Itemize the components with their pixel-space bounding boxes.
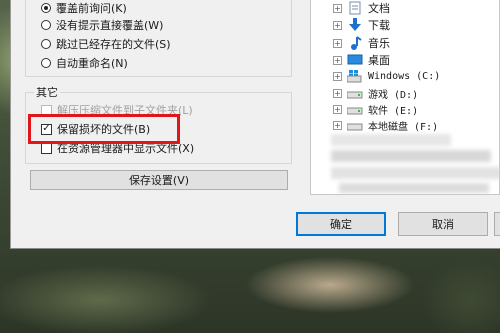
tree-item-drive-e[interactable]: + 软件 (E:)	[311, 101, 418, 117]
tree-item-label: 下载	[368, 19, 390, 32]
radio-label: 自动重命名(N)	[56, 57, 128, 70]
tree-item-label: 本地磁盘 (F:)	[368, 121, 439, 133]
radio-button[interactable]	[41, 3, 51, 13]
tree-item-label: 文档	[368, 2, 390, 15]
folder-tree[interactable]: + 文档 + 下载 + 音乐 + 桌面 + Windows (C:) + 游戏 …	[310, 0, 500, 195]
expand-icon[interactable]: +	[333, 88, 342, 98]
other-group-title: 其它	[34, 84, 60, 100]
tree-item-music[interactable]: + 音乐	[311, 35, 390, 51]
drive-icon	[346, 86, 363, 100]
music-icon	[347, 36, 363, 50]
radio-label: 没有提示直接覆盖(W)	[56, 19, 164, 32]
tree-item-desktop[interactable]: + 桌面	[311, 52, 390, 68]
radio-button[interactable]	[41, 39, 51, 49]
tree-item-label: 桌面	[368, 54, 390, 67]
blurred-tree-item	[331, 134, 451, 146]
radio-label: 覆盖前询问(K)	[56, 2, 127, 15]
radio-skip-existing[interactable]: 跳过已经存在的文件(S)	[41, 36, 171, 52]
tree-item-windows-drive[interactable]: + Windows (C:)	[311, 68, 440, 84]
drive-icon	[346, 118, 363, 132]
blurred-tree-item	[339, 183, 489, 193]
desktop-icon	[347, 53, 363, 67]
expand-icon[interactable]: +	[333, 55, 342, 65]
tree-item-label: Windows (C:)	[368, 70, 441, 82]
tree-item-documents[interactable]: + 文档	[311, 0, 390, 16]
expand-icon[interactable]: +	[333, 104, 342, 114]
help-button[interactable]	[494, 212, 500, 236]
radio-ask-before-overwrite[interactable]: 覆盖前询问(K)	[41, 0, 127, 16]
tree-item-drive-d[interactable]: + 游戏 (D:)	[311, 85, 418, 101]
drive-icon	[346, 102, 363, 116]
expand-icon[interactable]: +	[333, 3, 342, 13]
cancel-button[interactable]: 取消	[398, 212, 488, 236]
tree-item-label: 音乐	[368, 37, 390, 50]
red-highlight-box	[28, 114, 180, 144]
windows-drive-icon	[346, 69, 363, 83]
ok-button[interactable]: 确定	[296, 212, 386, 236]
checkbox[interactable]	[41, 142, 52, 154]
downloads-icon	[347, 18, 363, 32]
expand-icon[interactable]: +	[333, 71, 342, 81]
radio-button[interactable]	[41, 58, 51, 68]
tree-item-drive-f[interactable]: + 本地磁盘 (F:)	[311, 117, 438, 133]
tree-item-label: 软件 (E:)	[368, 105, 419, 117]
tree-item-downloads[interactable]: + 下载	[311, 17, 390, 33]
blurred-tree-item	[331, 150, 491, 162]
save-settings-button[interactable]: 保存设置(V)	[30, 170, 288, 190]
expand-icon[interactable]: +	[333, 20, 342, 30]
documents-icon	[347, 1, 363, 15]
tree-item-label: 游戏 (D:)	[368, 89, 419, 101]
radio-label: 跳过已经存在的文件(S)	[56, 38, 171, 51]
radio-overwrite-without-prompt[interactable]: 没有提示直接覆盖(W)	[41, 17, 163, 33]
radio-auto-rename[interactable]: 自动重命名(N)	[41, 55, 128, 71]
expand-icon[interactable]: +	[333, 38, 342, 48]
expand-icon[interactable]: +	[333, 120, 342, 130]
blurred-tree-item	[331, 167, 499, 179]
radio-button[interactable]	[41, 20, 51, 30]
